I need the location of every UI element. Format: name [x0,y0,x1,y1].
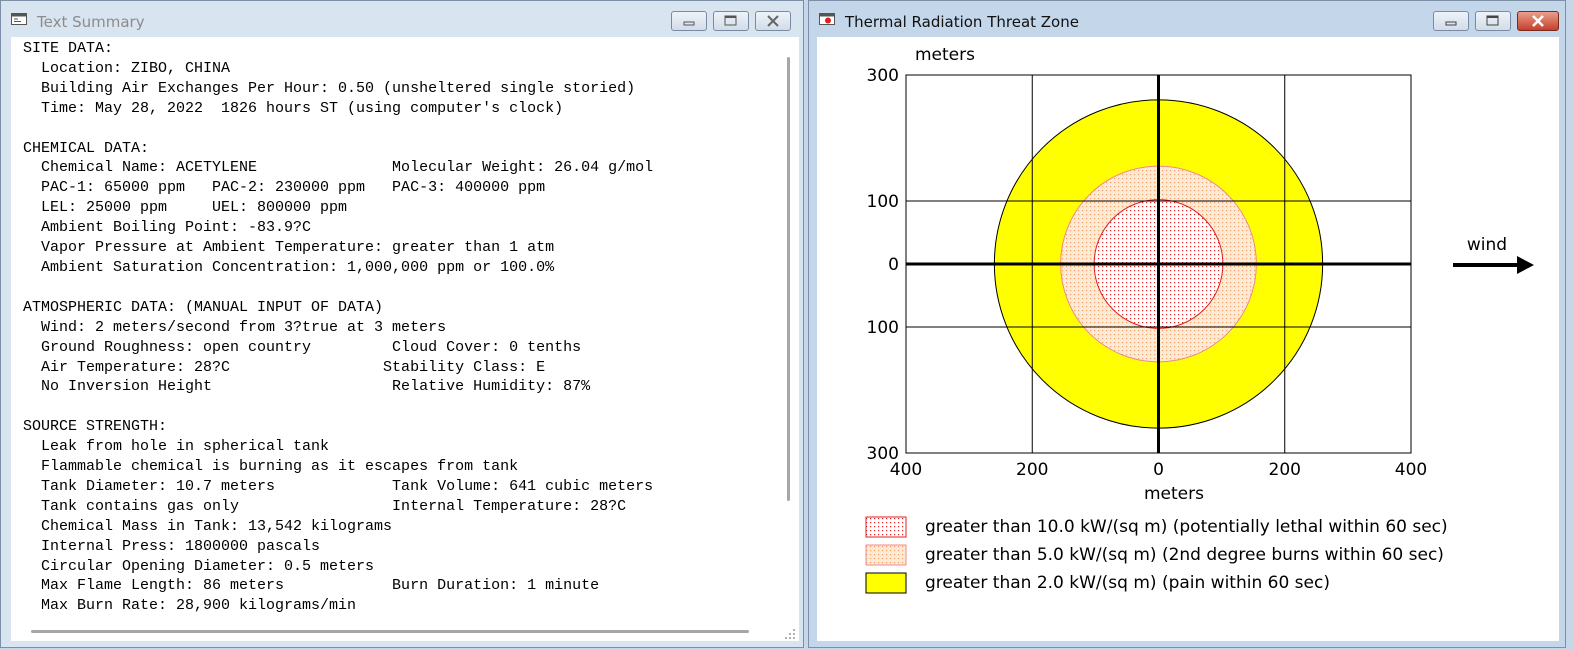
legend-label: greater than 10.0 kW/(sq m) (potentially… [925,517,1448,537]
title-bar[interactable]: Text Summary [1,1,803,37]
resize-grip[interactable] [779,621,799,641]
maximize-button[interactable] [1475,11,1511,31]
title-bar[interactable]: Thermal Radiation Threat Zone [809,1,1565,37]
vertical-scroll-thumb[interactable] [787,57,790,501]
horizontal-scrollbar[interactable] [11,621,779,641]
legend-label: greater than 5.0 kW/(sq m) (2nd degree b… [925,545,1444,565]
x-tick-label: 400 [1395,460,1427,480]
x-tick-label: 200 [1269,460,1301,480]
horizontal-scroll-thumb[interactable] [31,630,749,633]
wind-arrow-icon [1453,256,1534,274]
y-tick-label: 100 [867,318,899,338]
close-button[interactable] [755,11,791,31]
y-tick-label: 300 [867,66,899,86]
vertical-scrollbar[interactable] [779,37,799,621]
minimize-icon [1445,21,1457,26]
x-unit-label: meters [1144,484,1204,504]
minimize-button[interactable] [1433,11,1469,31]
app-icon [11,13,27,25]
summary-text: SITE DATA: Location: ZIBO, CHINA Buildin… [23,40,654,615]
x-tick-label: 0 [1153,460,1164,480]
legend-swatch [865,544,907,566]
x-tick-label: 400 [890,460,922,480]
y-tick-label: 100 [867,192,899,212]
text-summary-window: Text Summary SITE DATA: Location: ZIBO, … [0,0,804,648]
close-icon [767,15,779,27]
maximize-button[interactable] [713,11,749,31]
resize-grip-icon [785,629,795,639]
app-icon [819,13,835,25]
window-title: Thermal Radiation Threat Zone [845,13,1079,31]
x-tick-label: 200 [1016,460,1048,480]
threat-zone-window: Thermal Radiation Threat Zone meters met… [808,0,1566,648]
text-summary-content[interactable]: SITE DATA: Location: ZIBO, CHINA Buildin… [11,37,779,621]
legend-swatch [865,516,907,538]
legend-swatch [865,572,907,594]
close-icon [1532,15,1544,27]
maximize-icon [1486,15,1499,26]
minimize-icon [683,21,695,26]
y-unit-label: meters [915,45,975,65]
minimize-button[interactable] [671,11,707,31]
threat-zone-plot: meters meters 3001000100300400 200 0 200 400… [865,45,1534,594]
close-button[interactable] [1517,11,1559,31]
legend-label: greater than 2.0 kW/(sq m) (pain within … [925,573,1330,593]
window-title: Text Summary [37,13,145,31]
maximize-icon [724,15,737,26]
threat-zone-canvas: meters meters 300 100 0 100 300 400 200 0 200 400… [817,37,1559,641]
wind-label: wind [1467,235,1507,255]
y-tick-label: 0 [888,255,899,275]
